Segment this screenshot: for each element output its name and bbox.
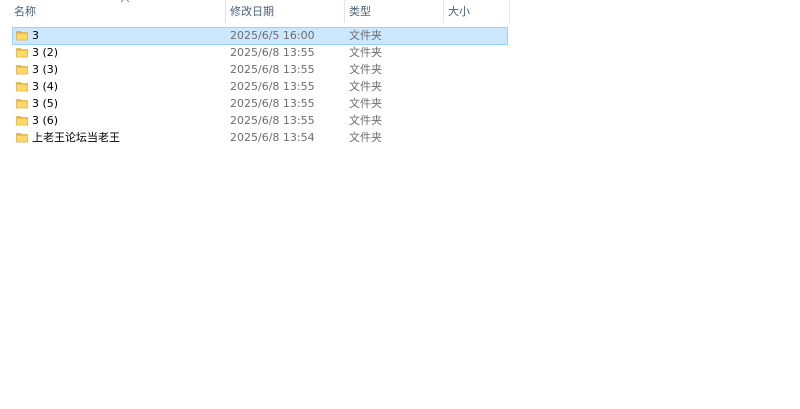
column-header-date-label: 修改日期 <box>230 5 274 18</box>
file-name: 3 <box>32 29 39 42</box>
file-modified-date: 2025/6/8 13:55 <box>230 63 315 76</box>
file-name: 3 (3) <box>32 63 59 76</box>
column-divider[interactable] <box>509 0 510 23</box>
file-row[interactable]: 3 (5) 2025/6/8 13:55 文件夹 <box>0 95 800 112</box>
file-type: 文件夹 <box>349 46 382 59</box>
column-header-type-label: 类型 <box>349 5 371 18</box>
file-type: 文件夹 <box>349 63 382 76</box>
file-modified-date: 2025/6/8 13:55 <box>230 80 315 93</box>
file-row[interactable]: 3 (3) 2025/6/8 13:55 文件夹 <box>0 61 800 78</box>
file-row[interactable]: 3 (4) 2025/6/8 13:55 文件夹 <box>0 78 800 95</box>
column-header-name-label: 名称 <box>14 5 36 18</box>
column-header-size-label: 大小 <box>448 5 470 18</box>
file-type: 文件夹 <box>349 114 382 127</box>
column-header-date[interactable]: 修改日期 <box>225 0 344 23</box>
file-name: 3 (4) <box>32 80 59 93</box>
file-list: 3 2025/6/5 16:00 文件夹 3 (2) 2025/6/8 13:55 文件夹… <box>0 27 800 146</box>
file-modified-date: 2025/6/8 13:54 <box>230 131 315 144</box>
file-type: 文件夹 <box>349 131 382 144</box>
file-type: 文件夹 <box>349 97 382 110</box>
file-row[interactable]: 3 2025/6/5 16:00 文件夹 <box>0 27 800 45</box>
file-modified-date: 2025/6/8 13:55 <box>230 97 315 110</box>
folder-icon <box>16 99 28 109</box>
file-type: 文件夹 <box>349 80 382 93</box>
file-modified-date: 2025/6/8 13:55 <box>230 46 315 59</box>
file-modified-date: 2025/6/8 13:55 <box>230 114 315 127</box>
folder-icon <box>16 133 28 143</box>
file-name: 3 (5) <box>32 97 59 110</box>
file-modified-date: 2025/6/5 16:00 <box>230 29 315 42</box>
file-type: 文件夹 <box>349 29 382 42</box>
folder-icon <box>16 31 28 41</box>
file-row[interactable]: 上老王论坛当老王 2025/6/8 13:54 文件夹 <box>0 129 800 146</box>
column-header-name[interactable]: 名称 <box>9 0 225 23</box>
file-explorer-pane: 名称 修改日期 类型 大小 3 2025/6/5 16:00 文件夹 3 (2) 202… <box>0 0 800 409</box>
file-name: 3 (6) <box>32 114 59 127</box>
file-name: 3 (2) <box>32 46 59 59</box>
folder-icon <box>16 48 28 58</box>
sort-ascending-icon <box>120 0 130 3</box>
column-header-bar: 名称 修改日期 类型 大小 <box>0 0 510 23</box>
column-header-size[interactable]: 大小 <box>443 0 510 23</box>
folder-icon <box>16 82 28 92</box>
file-row[interactable]: 3 (6) 2025/6/8 13:55 文件夹 <box>0 112 800 129</box>
folder-icon <box>16 65 28 75</box>
folder-icon <box>16 116 28 126</box>
file-name: 上老王论坛当老王 <box>32 131 120 144</box>
file-row[interactable]: 3 (2) 2025/6/8 13:55 文件夹 <box>0 44 800 61</box>
column-header-type[interactable]: 类型 <box>344 0 443 23</box>
